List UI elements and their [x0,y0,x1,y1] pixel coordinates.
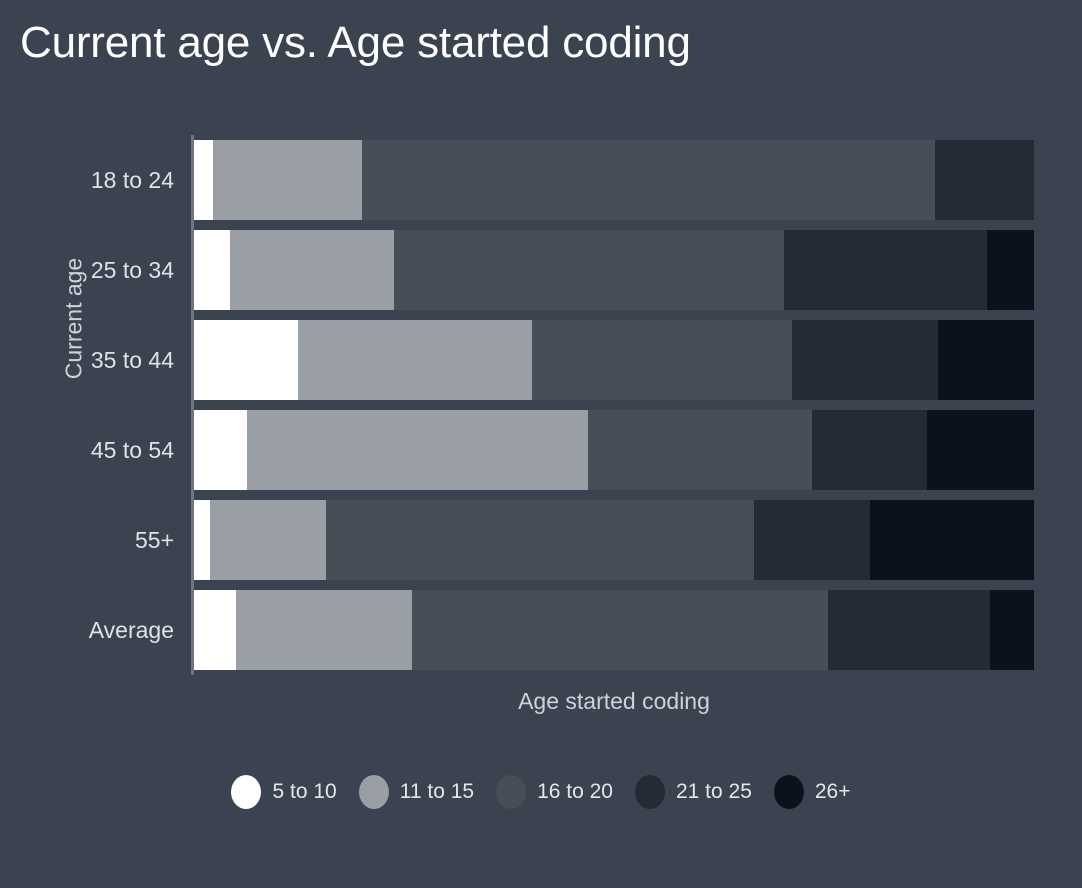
legend-item[interactable]: 16 to 20 [496,775,613,809]
bar-row[interactable] [194,405,1034,495]
legend-swatch-icon [634,775,665,809]
y-tick-label: 25 to 34 [90,256,174,283]
y-tick-label: 45 to 54 [90,436,174,463]
bar-segment[interactable] [236,590,413,670]
bar-row[interactable] [194,495,1034,585]
legend-item[interactable]: 11 to 15 [358,775,475,809]
bar-segment[interactable] [325,500,755,580]
y-tick-label: 18 to 24 [90,166,174,193]
bar-row[interactable] [194,135,1034,225]
bar-segment[interactable] [209,500,326,580]
legend-swatch-icon [496,775,527,809]
bar-segment[interactable] [194,410,247,490]
legend: 5 to 10 11 to 15 16 to 20 21 to 25 26+ [0,775,1082,809]
bar-segment[interactable] [213,140,362,220]
bar-segment[interactable] [938,320,1034,400]
bar-segment[interactable] [828,590,991,670]
bar-segment[interactable] [934,140,1034,220]
x-axis-title: Age started coding [518,688,710,714]
bar-track [194,500,1034,580]
bar-segment[interactable] [194,140,214,220]
bar-row[interactable] [194,225,1034,315]
bar-row[interactable] [194,585,1034,675]
legend-swatch-icon [773,775,804,809]
bar-segment[interactable] [194,500,210,580]
bar-segment[interactable] [870,500,1034,580]
bar-segment[interactable] [532,320,793,400]
y-tick-label: Average [88,616,174,643]
bar-segment[interactable] [927,410,1034,490]
bar-segment[interactable] [393,230,784,310]
legend-label: 16 to 20 [537,780,613,803]
bar-segment[interactable] [990,590,1034,670]
stacked-bars-area [194,135,1034,675]
bar-segment[interactable] [792,320,939,400]
bar-segment[interactable] [194,320,299,400]
bar-segment[interactable] [230,230,394,310]
bar-track [194,410,1034,490]
bar-segment[interactable] [246,410,588,490]
y-axis-tick-labels: 18 to 24 25 to 34 35 to 44 45 to 54 55+ … [60,135,182,675]
bar-segment[interactable] [361,140,935,220]
page-title: Current age vs. Age started coding [20,18,691,67]
legend-label: 5 to 10 [272,780,337,803]
legend-item[interactable]: 5 to 10 [231,775,337,809]
legend-label: 11 to 15 [399,780,475,803]
bar-track [194,230,1034,310]
bar-segment[interactable] [194,230,231,310]
bar-row[interactable] [194,315,1034,405]
legend-swatch-icon [231,775,262,809]
legend-swatch-icon [358,775,389,809]
bar-track [194,320,1034,400]
legend-item[interactable]: 26+ [773,775,851,809]
bar-track [194,590,1034,670]
plot-region: Current age 18 to 24 25 to 34 35 to 44 4… [0,135,1082,675]
bar-segment[interactable] [412,590,829,670]
bar-track [194,140,1034,220]
bar-segment[interactable] [298,320,533,400]
legend-label: 26+ [814,780,851,803]
bar-segment[interactable] [783,230,987,310]
bar-segment[interactable] [812,410,928,490]
y-tick-label: 35 to 44 [90,346,174,373]
bar-segment[interactable] [194,590,236,670]
legend-item[interactable]: 21 to 25 [634,775,752,809]
bar-segment[interactable] [587,410,813,490]
bar-segment[interactable] [754,500,871,580]
legend-label: 21 to 25 [675,780,752,803]
bar-segment[interactable] [986,230,1034,310]
y-tick-label: 55+ [134,526,174,553]
